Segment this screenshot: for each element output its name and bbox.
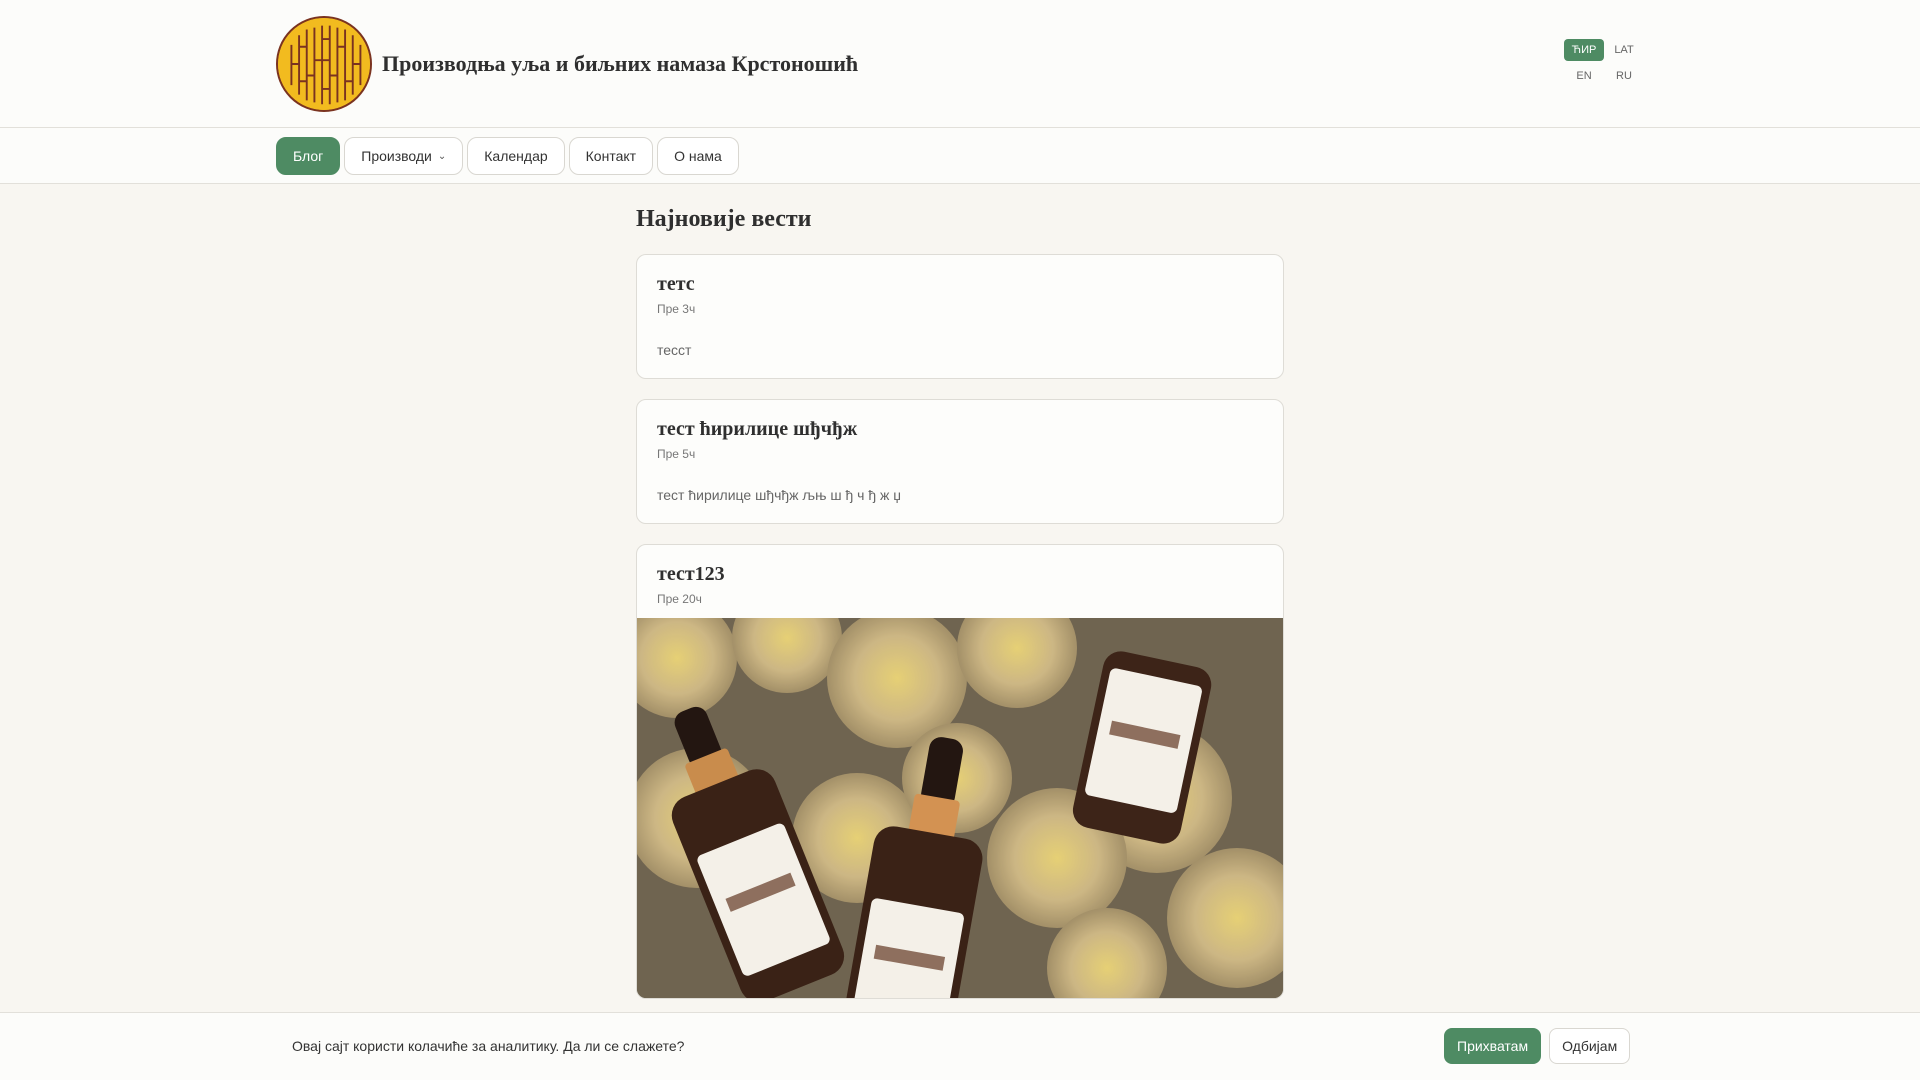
logo-icon bbox=[276, 16, 372, 112]
brand[interactable]: Производња уља и биљних намаза Крстоноши… bbox=[276, 16, 858, 112]
nav-about[interactable]: О нама bbox=[657, 137, 739, 175]
lang-ru-button[interactable]: RU bbox=[1604, 65, 1644, 87]
lang-lat-button[interactable]: LAT bbox=[1604, 39, 1644, 61]
decline-cookies-button[interactable]: Одбијам bbox=[1549, 1028, 1631, 1064]
nav-products-label: Производи bbox=[361, 148, 432, 164]
post-image[interactable] bbox=[637, 618, 1283, 998]
nav-contact[interactable]: Контакт bbox=[568, 137, 654, 175]
nav-about-label: О нама bbox=[674, 148, 722, 164]
post-time: Пре 3ч bbox=[657, 302, 696, 316]
nav-blog[interactable]: Блог bbox=[276, 137, 341, 175]
post-card[interactable]: тетс Пре 3ч тесст bbox=[636, 254, 1284, 379]
site-title: Производња уља и биљних намаза Крстоноши… bbox=[382, 51, 859, 76]
nav-calendar[interactable]: Календар bbox=[467, 137, 565, 175]
accept-cookies-button[interactable]: Прихватам bbox=[1444, 1028, 1542, 1064]
nav-blog-label: Блог bbox=[293, 148, 324, 164]
nav-contact-label: Контакт bbox=[585, 148, 637, 164]
post-body: тест ћирилице шђчђж љњ ш ђ ч ђ ж џ bbox=[657, 487, 902, 503]
main-nav: Блог Производи ⌄ Календар Контакт О нама bbox=[0, 128, 1920, 184]
lang-en-button[interactable]: EN bbox=[1564, 65, 1604, 87]
nav-calendar-label: Календар bbox=[484, 148, 548, 164]
news-feed: Најновије вести тетс Пре 3ч тесст тест ћ… bbox=[636, 206, 1284, 1019]
cookie-text: Овај сајт користи колачиће за аналитику.… bbox=[292, 1038, 685, 1054]
lang-cyr-button[interactable]: ЋИР bbox=[1564, 39, 1604, 61]
post-title[interactable]: тест ћирилице шђчђж bbox=[657, 418, 1263, 441]
post-body: тесст bbox=[657, 342, 692, 358]
post-card[interactable]: тест ћирилице шђчђж Пре 5ч тест ћирилице… bbox=[636, 399, 1284, 524]
post-card[interactable]: тест123 Пре 20ч bbox=[636, 544, 1284, 999]
post-time: Пре 20ч bbox=[657, 592, 702, 606]
post-time: Пре 5ч bbox=[657, 447, 696, 461]
page-title: Најновије вести bbox=[636, 206, 812, 232]
post-title[interactable]: тест123 bbox=[657, 563, 1263, 586]
language-switcher: ЋИР LAT EN RU bbox=[1564, 39, 1644, 87]
post-title[interactable]: тетс bbox=[657, 273, 1263, 296]
product-photo bbox=[637, 618, 1283, 998]
chevron-down-icon: ⌄ bbox=[437, 150, 447, 162]
nav-products[interactable]: Производи ⌄ bbox=[344, 137, 464, 175]
site-header: Производња уља и биљних намаза Крстоноши… bbox=[0, 0, 1920, 128]
cookie-banner: Овај сајт користи колачиће за аналитику.… bbox=[0, 1012, 1920, 1080]
